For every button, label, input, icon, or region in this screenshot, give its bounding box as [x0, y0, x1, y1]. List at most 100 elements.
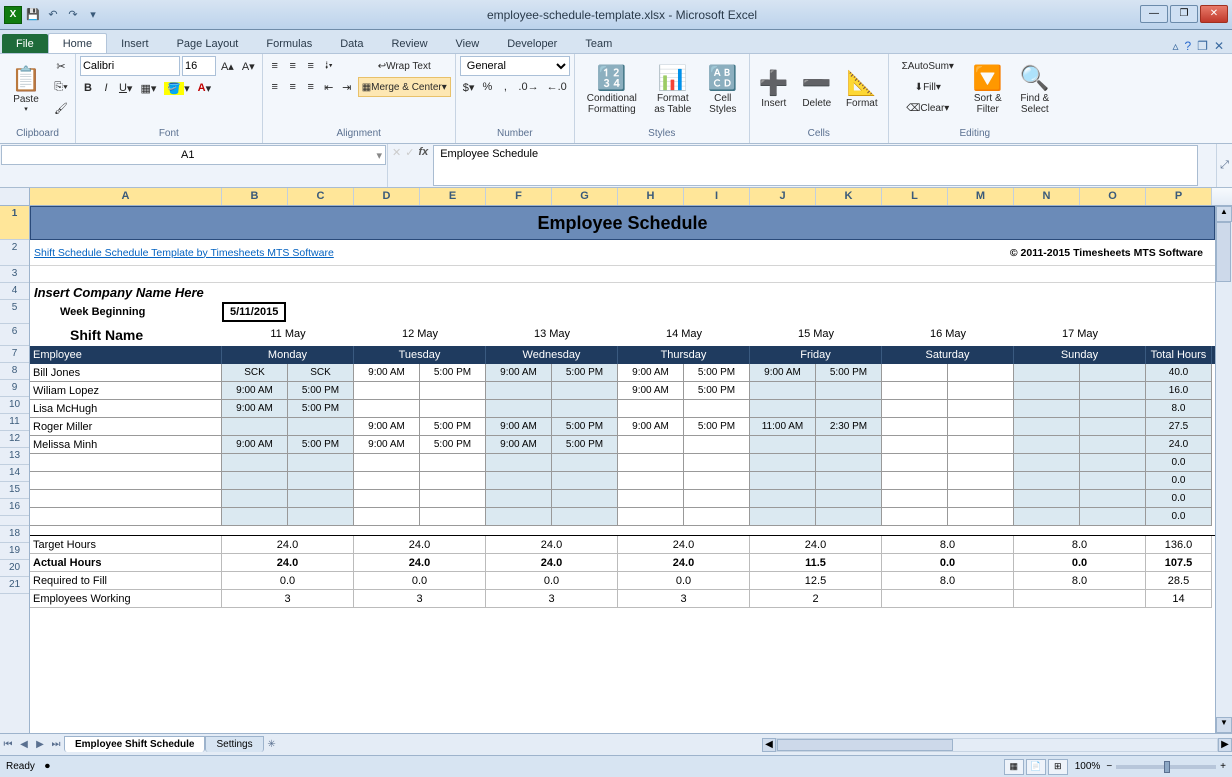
qat-customize-icon[interactable]: ▾	[84, 6, 102, 24]
shift-cell[interactable]	[618, 436, 684, 454]
align-top-icon[interactable]: ≡	[267, 56, 283, 76]
total-hours-cell[interactable]: 8.0	[1146, 400, 1212, 418]
shift-cell[interactable]	[222, 454, 288, 472]
shift-cell[interactable]	[618, 400, 684, 418]
shift-cell[interactable]	[1014, 364, 1080, 382]
shift-cell[interactable]	[1014, 418, 1080, 436]
shift-cell[interactable]	[948, 382, 1014, 400]
employee-name-cell[interactable]: Bill Jones	[30, 364, 222, 382]
summary-value[interactable]: 24.0	[486, 554, 618, 572]
column-header[interactable]: I	[684, 188, 750, 205]
shift-cell[interactable]	[486, 508, 552, 526]
shift-cell[interactable]	[750, 436, 816, 454]
row-header[interactable]: 15	[0, 482, 29, 499]
zoom-slider[interactable]	[1116, 765, 1216, 769]
close-workbook-icon[interactable]: ✕	[1214, 39, 1224, 53]
row-header[interactable]: 4	[0, 283, 29, 300]
shift-cell[interactable]	[1014, 508, 1080, 526]
shift-cell[interactable]	[288, 418, 354, 436]
row-header[interactable]: 10	[0, 397, 29, 414]
row-header[interactable]: 11	[0, 414, 29, 431]
shift-cell[interactable]: SCK	[288, 364, 354, 382]
accounting-format-icon[interactable]: $▾	[460, 77, 478, 97]
shift-cell[interactable]	[222, 490, 288, 508]
tab-view[interactable]: View	[442, 34, 494, 53]
font-color-button[interactable]: A▾	[195, 78, 214, 98]
shift-cell[interactable]: 5:00 PM	[288, 400, 354, 418]
scroll-thumb[interactable]	[1216, 222, 1231, 282]
increase-decimal-icon[interactable]: .0→	[515, 77, 541, 97]
tab-insert[interactable]: Insert	[107, 34, 163, 53]
formula-bar[interactable]: Employee Schedule	[433, 145, 1198, 186]
shift-cell[interactable]	[552, 400, 618, 418]
shift-cell[interactable]: 9:00 AM	[354, 364, 420, 382]
undo-icon[interactable]: ↶	[44, 6, 62, 24]
shift-cell[interactable]	[750, 454, 816, 472]
summary-value[interactable]: 2	[750, 590, 882, 608]
total-hours-cell[interactable]: 27.5	[1146, 418, 1212, 436]
row-header[interactable]: 20	[0, 560, 29, 577]
first-sheet-icon[interactable]: ⏮	[0, 739, 16, 750]
column-header[interactable]: G	[552, 188, 618, 205]
shift-cell[interactable]	[354, 490, 420, 508]
decrease-decimal-icon[interactable]: ←.0	[544, 77, 570, 97]
cancel-formula-icon[interactable]: ✕	[392, 146, 401, 159]
save-icon[interactable]: 💾	[24, 6, 42, 24]
zoom-in-icon[interactable]: +	[1220, 761, 1226, 772]
shift-cell[interactable]	[1014, 490, 1080, 508]
row-header[interactable]: 2	[0, 240, 29, 266]
shift-cell[interactable]: 5:00 PM	[420, 364, 486, 382]
minimize-ribbon-icon[interactable]: ▵	[1172, 39, 1178, 53]
shift-cell[interactable]: 9:00 AM	[618, 418, 684, 436]
shift-cell[interactable]	[288, 508, 354, 526]
shift-cell[interactable]	[1080, 400, 1146, 418]
shift-cell[interactable]	[222, 472, 288, 490]
shift-cell[interactable]	[684, 400, 750, 418]
shift-cell[interactable]	[882, 472, 948, 490]
shift-cell[interactable]	[1014, 436, 1080, 454]
redo-icon[interactable]: ↷	[64, 6, 82, 24]
shift-cell[interactable]: 5:00 PM	[420, 436, 486, 454]
shift-cell[interactable]: 5:00 PM	[552, 436, 618, 454]
shift-cell[interactable]	[354, 382, 420, 400]
column-header[interactable]: K	[816, 188, 882, 205]
shift-cell[interactable]	[1080, 436, 1146, 454]
shift-cell[interactable]	[684, 454, 750, 472]
total-hours-cell[interactable]: 0.0	[1146, 454, 1212, 472]
shift-cell[interactable]	[948, 490, 1014, 508]
close-button[interactable]: ✕	[1200, 5, 1228, 23]
shift-cell[interactable]: 5:00 PM	[288, 436, 354, 454]
summary-value[interactable]: 24.0	[354, 554, 486, 572]
shift-cell[interactable]	[222, 508, 288, 526]
shift-cell[interactable]	[354, 400, 420, 418]
summary-total[interactable]: 107.5	[1146, 554, 1212, 572]
shift-cell[interactable]	[288, 472, 354, 490]
shift-cell[interactable]	[882, 418, 948, 436]
summary-total[interactable]: 136.0	[1146, 536, 1212, 554]
tab-developer[interactable]: Developer	[493, 34, 571, 53]
summary-value[interactable]: 8.0	[882, 572, 1014, 590]
shift-cell[interactable]	[1080, 508, 1146, 526]
shift-cell[interactable]	[816, 436, 882, 454]
copy-icon[interactable]: ⎘▾	[51, 77, 71, 97]
row-header[interactable]: 7	[0, 346, 29, 363]
summary-value[interactable]: 0.0	[486, 572, 618, 590]
number-format-combo[interactable]: General	[460, 56, 570, 76]
week-beginning-value[interactable]: 5/11/2015	[222, 302, 286, 322]
shift-cell[interactable]	[882, 400, 948, 418]
zoom-out-icon[interactable]: −	[1106, 761, 1112, 772]
summary-value[interactable]: 0.0	[618, 572, 750, 590]
shift-cell[interactable]	[882, 436, 948, 454]
shift-cell[interactable]	[420, 472, 486, 490]
next-sheet-icon[interactable]: ▶	[32, 739, 48, 750]
summary-value[interactable]: 3	[354, 590, 486, 608]
sort-filter-button[interactable]: 🔽Sort & Filter	[966, 56, 1010, 122]
paste-button[interactable]: 📋Paste▾	[4, 56, 48, 122]
scroll-up-icon[interactable]: ▲	[1216, 206, 1232, 222]
total-hours-cell[interactable]: 24.0	[1146, 436, 1212, 454]
shift-cell[interactable]	[816, 400, 882, 418]
delete-cells-button[interactable]: ➖Delete	[797, 56, 837, 122]
shift-cell[interactable]	[618, 454, 684, 472]
employee-name-cell[interactable]	[30, 508, 222, 526]
tab-data[interactable]: Data	[326, 34, 377, 53]
